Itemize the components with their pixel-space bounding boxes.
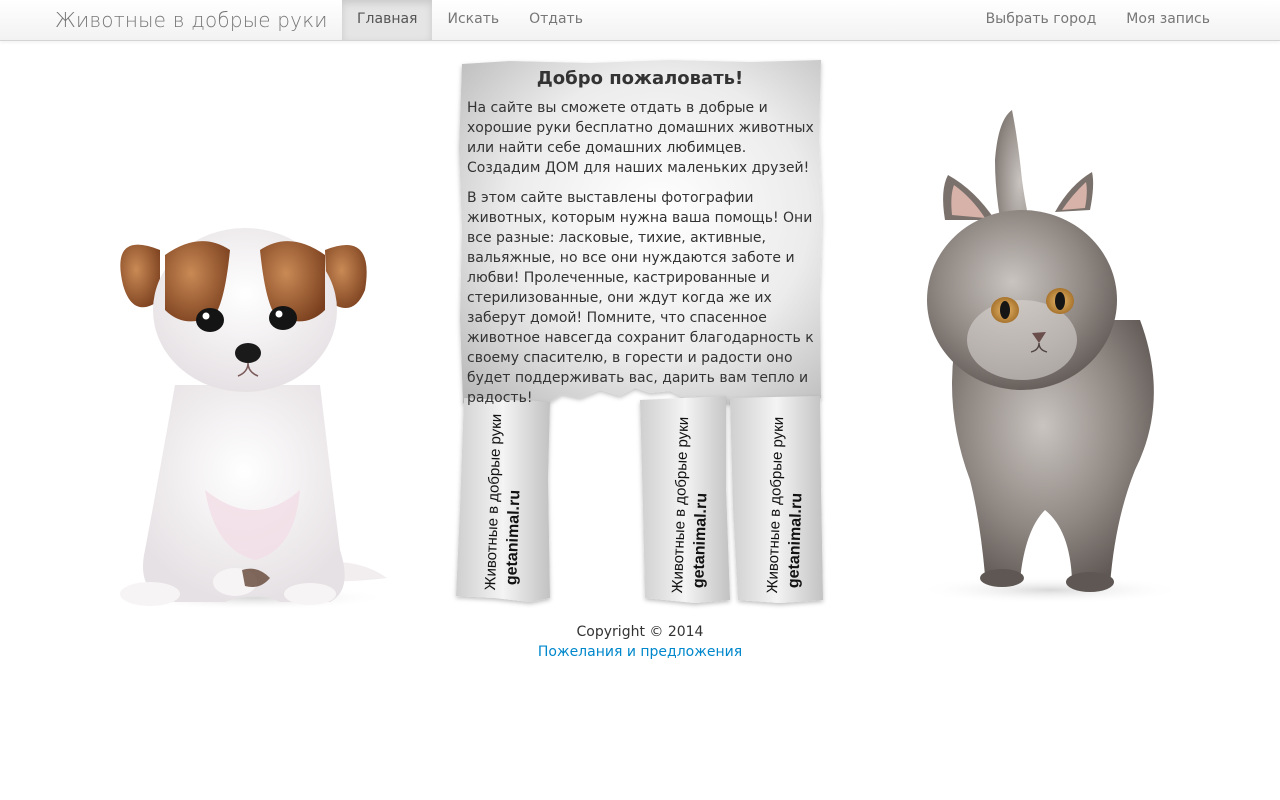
main-nav: Главная Искать Отдать — [342, 0, 598, 40]
puppy-image — [120, 228, 390, 610]
feedback-link[interactable]: Пожелания и предложения — [0, 642, 1280, 662]
top-navbar: Животные в добрые руки Главная Искать От… — [0, 0, 1280, 41]
nav-item-give[interactable]: Отдать — [514, 0, 598, 40]
notice-paragraph: На сайте вы сможете отдать в добрые и хо… — [467, 100, 814, 176]
nav-item-home[interactable]: Главная — [342, 0, 433, 40]
nav-item-my-record[interactable]: Моя запись — [1111, 0, 1225, 40]
site-brand[interactable]: Животные в добрые руки — [55, 8, 328, 32]
notice-body: На сайте вы сможете отдать в добрые и хо… — [467, 98, 822, 418]
nav-item-choose-city[interactable]: Выбрать город — [971, 0, 1112, 40]
tear-off-tab: Животные в добрые руки getanimal.ru — [481, 414, 543, 592]
page-footer: Copyright © 2014 Пожелания и предложения — [0, 622, 1280, 662]
notice-title: Добро пожаловать! — [536, 68, 744, 89]
notice-paragraph: В этом сайте выставлены фотографии живот… — [467, 190, 814, 406]
kitten-image — [915, 110, 1185, 604]
secondary-nav: Выбрать город Моя запись — [971, 0, 1225, 40]
tear-off-tab: Животные в добрые руки getanimal.ru — [668, 417, 730, 595]
copyright-text: Copyright © 2014 — [576, 624, 704, 640]
nav-item-search[interactable]: Искать — [432, 0, 514, 40]
welcome-notice: Добро пожаловать! На сайте вы сможете от… — [450, 58, 830, 610]
tear-off-tab: Животные в добрые руки getanimal.ru — [763, 417, 825, 595]
